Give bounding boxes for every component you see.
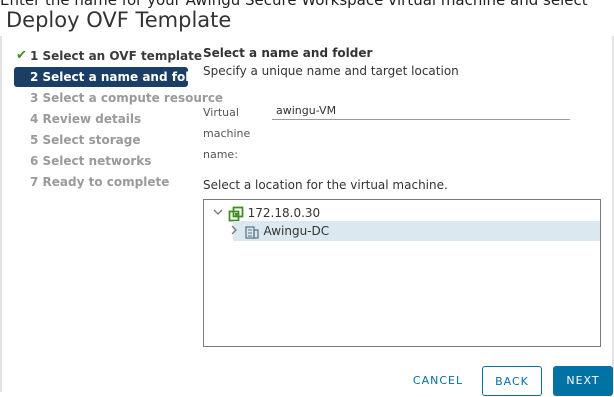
step-review-details: 4 Review details — [14, 109, 190, 129]
vcenter-icon — [228, 206, 244, 222]
section-heading: Select a name and folder — [203, 46, 373, 60]
section-subheading: Specify a unique name and target locatio… — [203, 64, 459, 78]
step-select-networks: 6 Select networks — [14, 151, 190, 171]
checkmark-icon: ✔ — [16, 48, 27, 63]
step-label: 5 Select storage — [30, 133, 141, 147]
step-select-ovf-template[interactable]: ✔ 1 Select an OVF template — [14, 46, 202, 66]
chevron-right-icon[interactable] — [228, 222, 240, 242]
step-label: 2 Select a name and folder — [30, 70, 212, 84]
step-select-name-folder[interactable]: 2 Select a name and folder — [14, 67, 212, 87]
step-label: 4 Review details — [30, 112, 142, 126]
datacenter-icon — [244, 224, 260, 240]
step-select-storage: 5 Select storage — [14, 130, 190, 150]
tree-node-label: Awingu-DC — [263, 224, 330, 238]
step-label: 6 Select networks — [30, 154, 152, 168]
location-tree: 172.18.0.30 Awingu-DC — [203, 199, 601, 347]
step-select-compute-resource: 3 Select a compute resource — [14, 88, 223, 108]
tree-node-label: 172.18.0.30 — [247, 206, 321, 220]
tree-node-vcenter[interactable]: 172.18.0.30 — [212, 203, 592, 223]
location-label: Select a location for the virtual machin… — [203, 178, 448, 192]
step-label: 1 Select an OVF template — [30, 49, 203, 63]
vm-name-label: Virtual machine name: — [203, 106, 251, 161]
tree-node-datacenter[interactable]: Awingu-DC — [204, 221, 600, 241]
vm-name-input[interactable] — [272, 101, 570, 120]
wizard-steps: ✔ 1 Select an OVF template 2 Select a na… — [14, 46, 223, 193]
step-label: 3 Select a compute resource — [30, 91, 224, 105]
wizard-title: Deploy OVF Template — [6, 8, 232, 32]
dialog-border-left — [0, 36, 2, 392]
step-label: 7 Ready to complete — [30, 175, 170, 189]
step-ready-to-complete: 7 Ready to complete — [14, 172, 190, 192]
content-header: Select a name and folder Specify a uniqu… — [203, 45, 603, 79]
